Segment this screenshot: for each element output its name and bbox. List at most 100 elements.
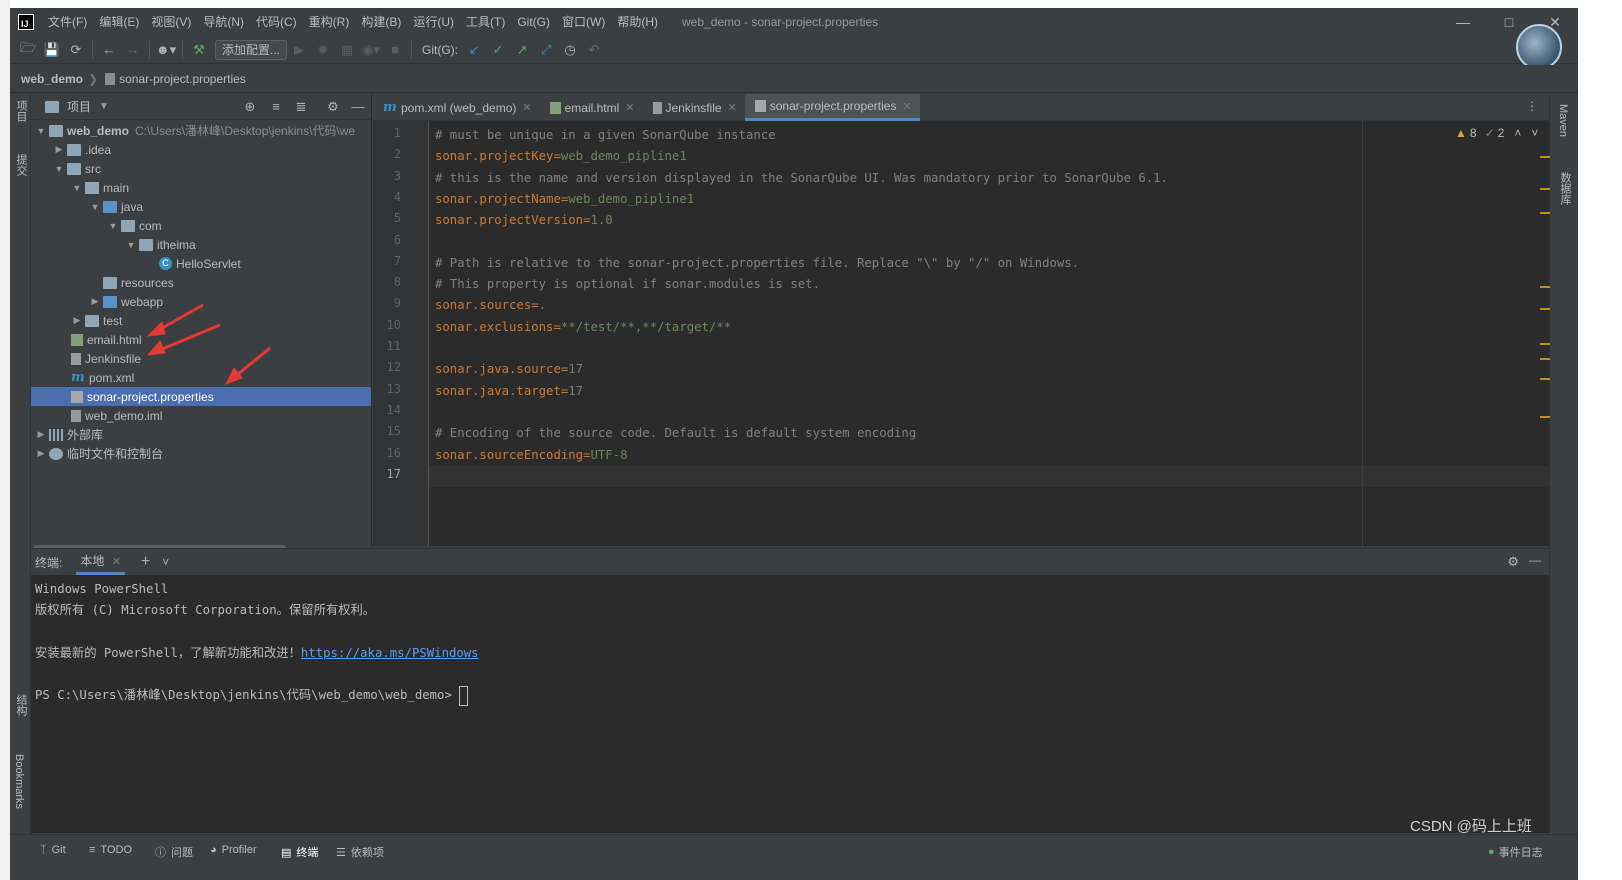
sync-icon[interactable]: ⟳: [64, 39, 88, 61]
git-rollback-icon[interactable]: ↶: [582, 39, 606, 61]
error-stripe-mark[interactable]: [1540, 358, 1550, 360]
status-todo[interactable]: ≡ TODO: [89, 844, 132, 856]
menu-help[interactable]: 帮助(H): [611, 8, 664, 36]
tree-item-helloservlet[interactable]: C HelloServlet: [31, 254, 371, 273]
tree-item-pom-xml[interactable]: m pom.xml: [31, 368, 371, 387]
tree-item-com[interactable]: ▼ com: [31, 216, 371, 235]
error-stripe-mark[interactable]: [1540, 188, 1550, 190]
hide-icon[interactable]: —: [1529, 553, 1541, 567]
chevron-right-icon[interactable]: ▶: [53, 144, 65, 155]
back-icon[interactable]: ←: [97, 39, 121, 61]
chevron-down-icon[interactable]: ▼: [35, 126, 47, 136]
build-hammer-icon[interactable]: ⚒: [187, 39, 211, 61]
menu-window[interactable]: 窗口(W): [556, 8, 611, 36]
menu-view[interactable]: 视图(V): [145, 8, 197, 36]
chevron-right-icon[interactable]: ▶: [71, 315, 83, 326]
powershell-link[interactable]: https://aka.ms/PSWindows: [301, 646, 479, 660]
menu-git[interactable]: Git(G): [511, 8, 556, 36]
inspection-widget[interactable]: ▲ 8 ✓ 2 ˄ ˅: [1455, 126, 1538, 140]
hide-icon[interactable]: —: [349, 99, 367, 115]
debug-icon[interactable]: ✹: [311, 39, 335, 61]
chevron-down-icon[interactable]: ▼: [125, 240, 137, 250]
git-fetch-icon[interactable]: ⤢: [534, 39, 558, 61]
status-terminal[interactable]: ▤ 终端: [281, 844, 318, 860]
status-git[interactable]: ᛉ Git: [40, 844, 66, 856]
status-dependencies[interactable]: ☰ 依赖项: [336, 844, 384, 860]
tab-jenkinsfile[interactable]: Jenkinsfile ✕: [643, 94, 745, 121]
chevron-down-icon[interactable]: ▼: [89, 202, 101, 212]
tree-item-webapp[interactable]: ▶ webapp: [31, 292, 371, 311]
coverage-icon[interactable]: ▦: [335, 39, 359, 61]
user-icon[interactable]: ☻▾: [154, 39, 178, 61]
status-profiler[interactable]: ◕ Profiler: [210, 844, 257, 856]
add-configuration-button[interactable]: 添加配置...: [215, 39, 288, 60]
git-history-icon[interactable]: ◷: [558, 39, 582, 61]
breadcrumb-file[interactable]: sonar-project.properties: [119, 72, 246, 86]
tree-item-main[interactable]: ▼ main: [31, 178, 371, 197]
menu-run[interactable]: 运行(U): [407, 8, 460, 36]
tree-item-resources[interactable]: resources: [31, 273, 371, 292]
project-tool-button[interactable]: 项目: [13, 100, 29, 122]
terminal-output[interactable]: Windows PowerShell 版权所有 (C) Microsoft Co…: [35, 579, 479, 707]
user-avatar[interactable]: [1516, 24, 1562, 70]
error-stripe-mark[interactable]: [1540, 416, 1550, 418]
status-problems[interactable]: ⓘ 问题: [155, 844, 193, 860]
locate-icon[interactable]: ⊕: [241, 99, 259, 115]
error-stripe-mark[interactable]: [1540, 308, 1550, 310]
menu-code[interactable]: 代码(C): [250, 8, 303, 36]
error-stripe-mark[interactable]: [1540, 156, 1550, 158]
profile-icon[interactable]: ◉▾: [359, 39, 383, 61]
project-panel-title[interactable]: 项目: [67, 98, 91, 115]
tree-item-src[interactable]: ▼ src: [31, 159, 371, 178]
menu-build[interactable]: 构建(B): [355, 8, 407, 36]
chevron-up-icon[interactable]: ˄: [1514, 126, 1521, 140]
tab-sonar-properties[interactable]: sonar-project.properties ✕: [744, 94, 920, 121]
chevron-down-icon[interactable]: ˅: [1531, 126, 1538, 140]
git-commit-icon[interactable]: ✓: [486, 39, 510, 61]
chevron-right-icon[interactable]: ▶: [35, 448, 47, 459]
commit-tool-button[interactable]: 提交: [13, 154, 29, 176]
menu-file[interactable]: 文件(F): [42, 8, 93, 36]
close-icon[interactable]: ✕: [625, 101, 634, 114]
error-stripe-mark[interactable]: [1540, 212, 1550, 214]
open-folder-icon[interactable]: 🗁: [16, 39, 40, 61]
save-icon[interactable]: 💾: [40, 39, 64, 61]
add-terminal-icon[interactable]: +: [141, 553, 150, 571]
menu-tools[interactable]: 工具(T): [460, 8, 511, 36]
more-tabs-icon[interactable]: ⋮: [1526, 99, 1538, 113]
chevron-down-icon[interactable]: ▼: [71, 183, 83, 193]
bookmarks-tool-button[interactable]: Bookmarks: [13, 754, 25, 809]
collapse-all-icon[interactable]: ≣: [292, 99, 310, 115]
error-stripe-mark[interactable]: [1540, 378, 1550, 380]
forward-icon[interactable]: →: [121, 39, 145, 61]
tree-item-scratches[interactable]: ▶ 临时文件和控制台: [31, 444, 371, 463]
menu-refactor[interactable]: 重构(R): [303, 8, 356, 36]
chevron-down-icon[interactable]: ▼: [99, 101, 109, 112]
run-icon[interactable]: ▶: [287, 39, 311, 61]
git-push-icon[interactable]: ↗: [510, 39, 534, 61]
minimize-icon[interactable]: —: [1440, 8, 1486, 36]
close-icon[interactable]: ✕: [522, 101, 531, 114]
gear-icon[interactable]: ⚙: [1507, 554, 1519, 570]
code-editor[interactable]: # must be unique in a given SonarQube in…: [429, 121, 1549, 546]
chevron-down-icon[interactable]: ▼: [107, 221, 119, 231]
tree-item-web-demo-iml[interactable]: web_demo.iml: [31, 406, 371, 425]
chevron-down-icon[interactable]: ˅: [162, 555, 169, 569]
chevron-right-icon[interactable]: ▶: [35, 429, 47, 440]
menu-navigate[interactable]: 导航(N): [197, 8, 250, 36]
git-update-icon[interactable]: ↙: [462, 39, 486, 61]
structure-tool-button[interactable]: 结构: [13, 694, 29, 716]
tree-item-java[interactable]: ▼ java: [31, 197, 371, 216]
stop-icon[interactable]: ■: [383, 39, 407, 61]
terminal-tab-local[interactable]: 本地 ✕: [76, 549, 125, 575]
menu-edit[interactable]: 编辑(E): [93, 8, 145, 36]
close-icon[interactable]: ✕: [728, 101, 737, 114]
tree-item-itheima[interactable]: ▼ itheima: [31, 235, 371, 254]
close-icon[interactable]: ✕: [902, 100, 911, 113]
tree-item-jenkinsfile[interactable]: Jenkinsfile: [31, 349, 371, 368]
tree-item-test[interactable]: ▶ test: [31, 311, 371, 330]
maven-tool-button[interactable]: Maven: [1557, 104, 1569, 137]
tree-item-root[interactable]: ▼ web_demo C:\Users\潘林峰\Desktop\jenkins\…: [31, 121, 371, 140]
tree-item-idea[interactable]: ▶ .idea: [31, 140, 371, 159]
tree-item-sonar-properties[interactable]: sonar-project.properties: [31, 387, 371, 406]
